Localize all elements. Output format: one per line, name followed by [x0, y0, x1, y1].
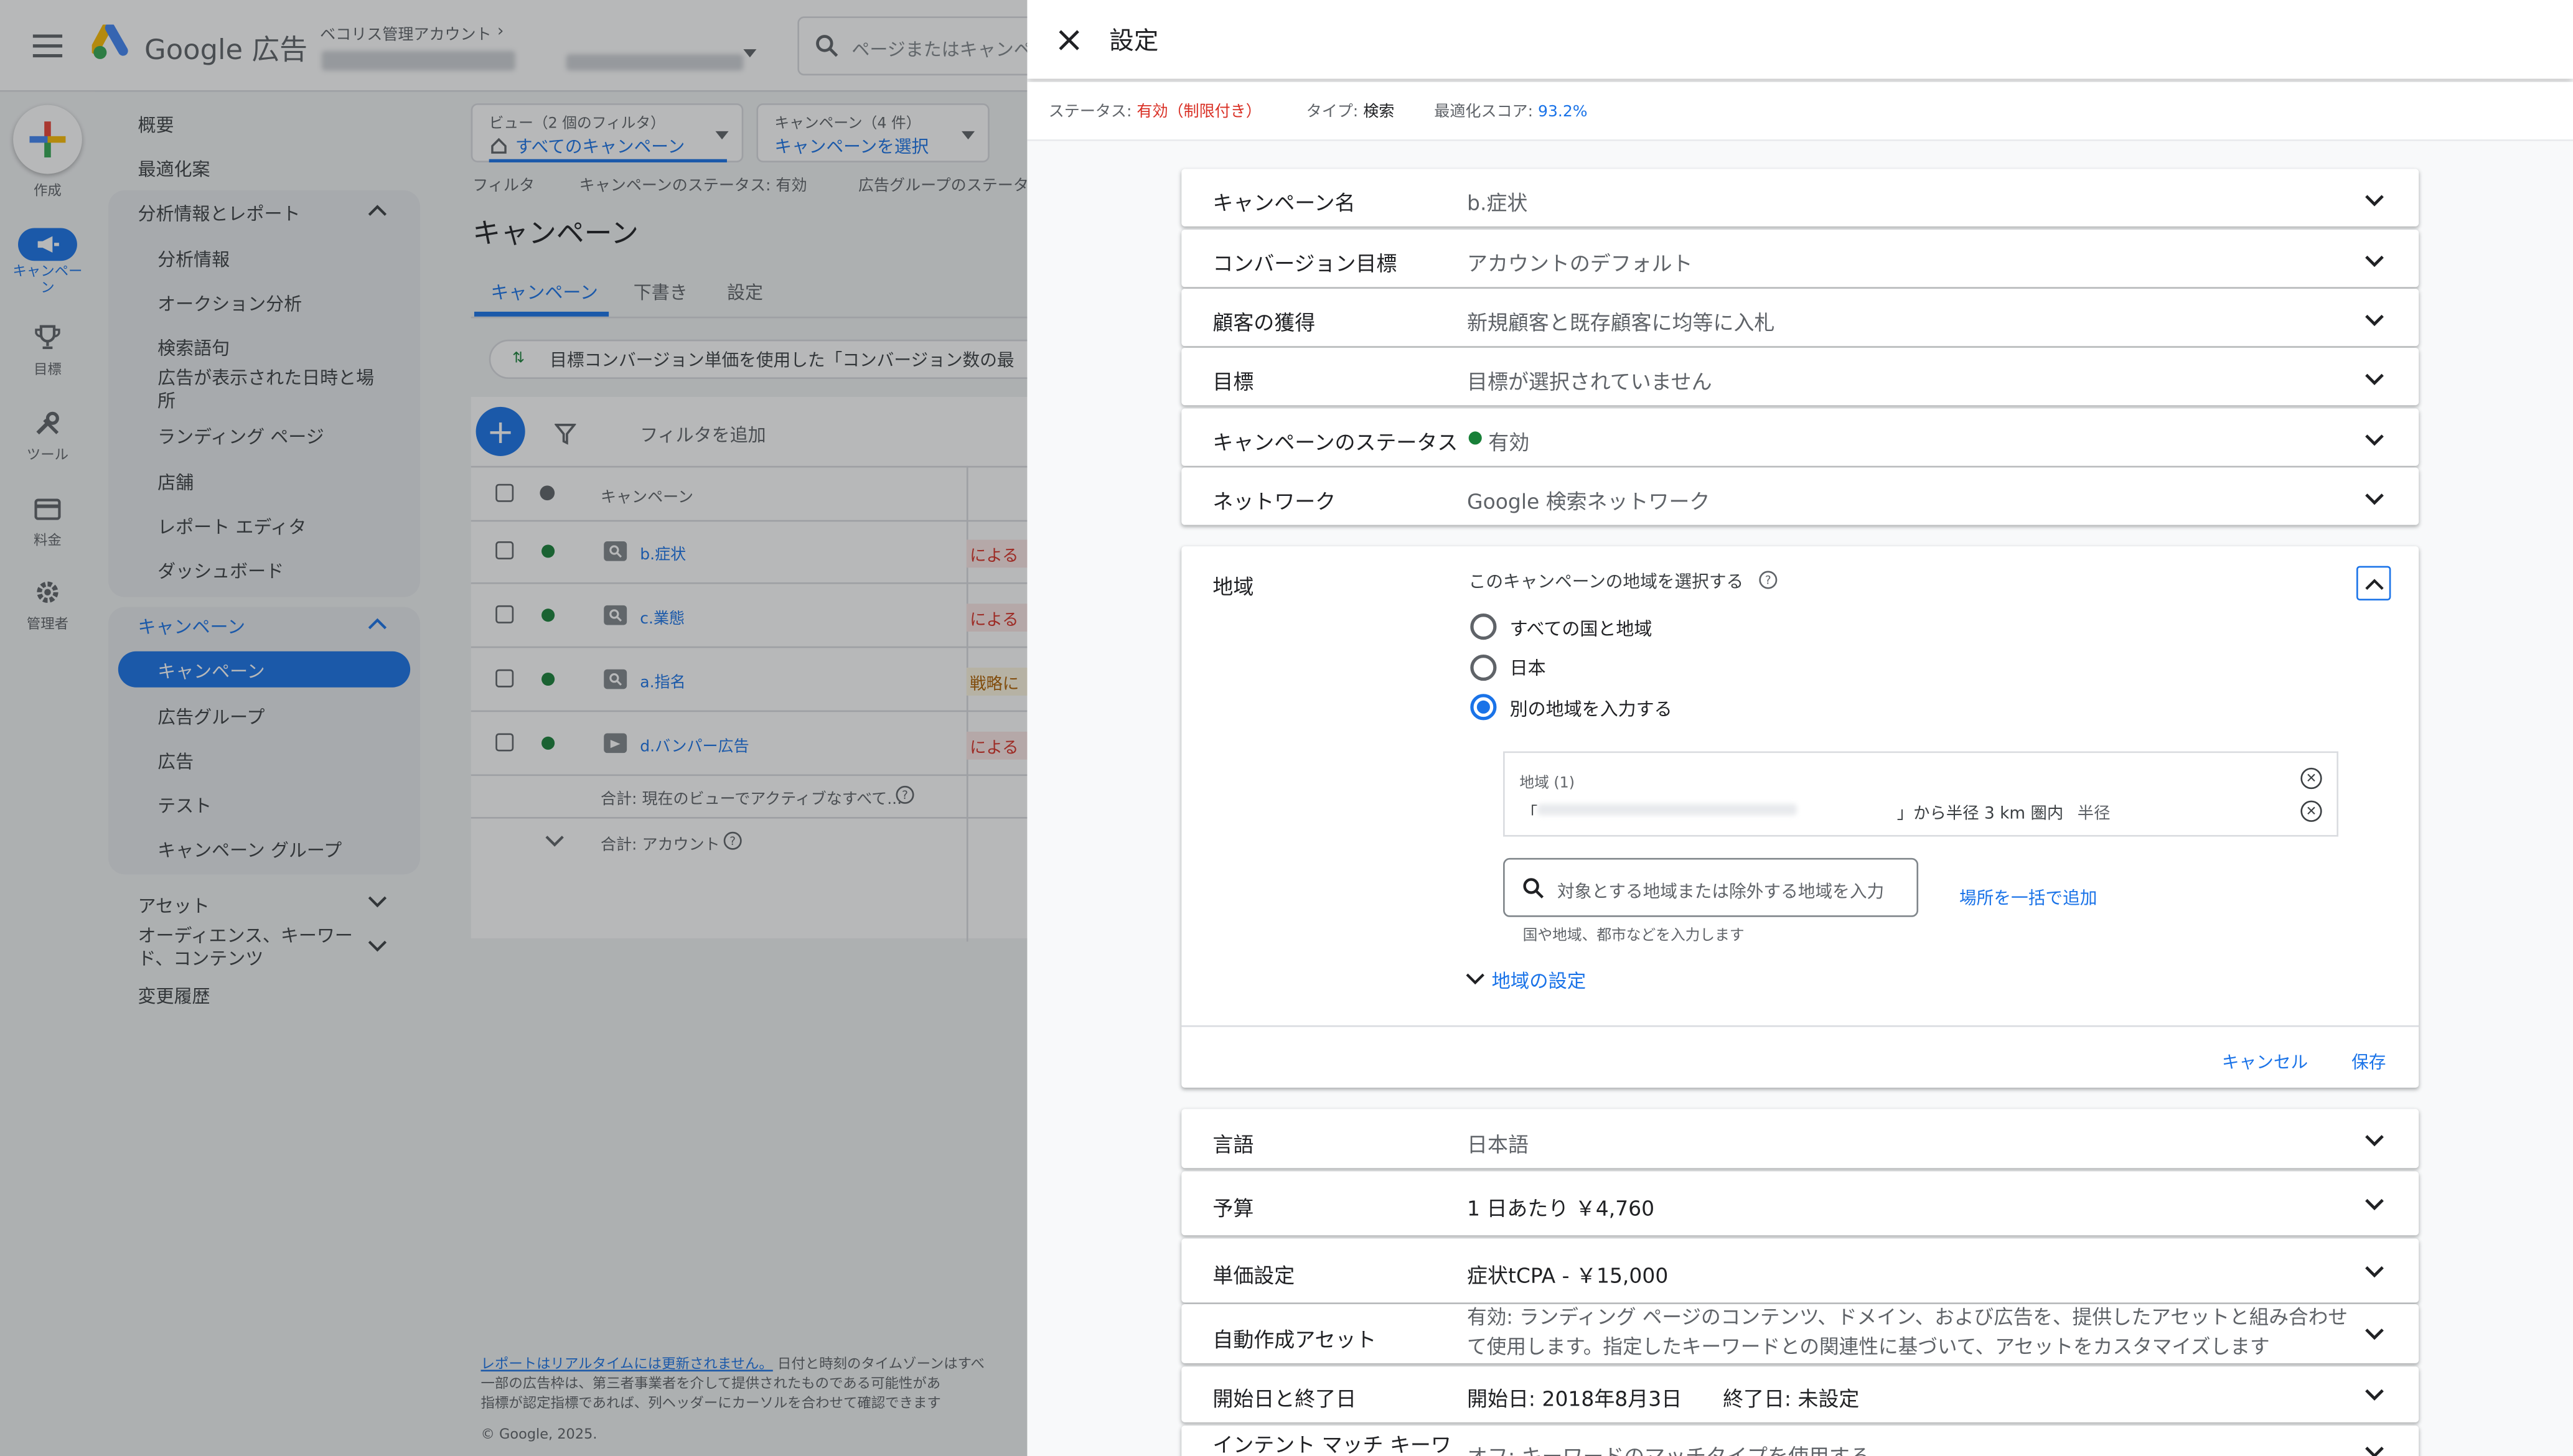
- status-dot: [1468, 431, 1482, 445]
- location-entry-suffix: 」から半径 3 km 圏内: [1896, 805, 2064, 824]
- search-icon: [1521, 876, 1546, 901]
- panel-header: [1027, 0, 2573, 79]
- locations-question: このキャンペーンの地域を選択する: [1468, 572, 1744, 592]
- score-label: 最適化スコア:: [1434, 103, 1539, 122]
- close-icon[interactable]: [1054, 25, 1083, 54]
- status-label: ステータス:: [1048, 103, 1137, 122]
- setting-label: 単価設定: [1212, 1263, 1295, 1288]
- setting-label: インテント マッチ キーワ: [1212, 1432, 1451, 1456]
- chevron-down-icon[interactable]: [2363, 1129, 2386, 1152]
- setting-label: 予算: [1212, 1196, 1254, 1221]
- chevron-down-icon[interactable]: [2363, 1322, 2386, 1345]
- type-label: タイプ:: [1306, 103, 1364, 122]
- chevron-down-icon[interactable]: [2363, 250, 2386, 273]
- type-value: 検索: [1363, 103, 1395, 122]
- radio-label: 日本: [1509, 658, 1546, 679]
- chevron-down-icon[interactable]: [2363, 309, 2386, 332]
- location-options-link[interactable]: 地域の設定: [1492, 968, 1586, 994]
- setting-row-budget[interactable]: 予算 1 日あたり ￥4,760: [1181, 1171, 2419, 1236]
- setting-label: キャンペーンのステータス: [1212, 429, 1458, 455]
- campaign-status: ステータス: 有効（制限付き）: [1049, 98, 1262, 121]
- setting-value: アカウントのデフォルト: [1467, 251, 1693, 276]
- setting-label: 目標: [1212, 369, 1254, 394]
- setting-value: 有効: [1488, 429, 1530, 455]
- chevron-down-icon[interactable]: [2363, 1383, 2386, 1406]
- optimization-score: 最適化スコア: 93.2%: [1434, 98, 1587, 121]
- radio-all-countries[interactable]: [1470, 614, 1497, 640]
- save-button[interactable]: 保存: [2351, 1050, 2386, 1075]
- setting-value: 日本語: [1467, 1132, 1529, 1157]
- modal-scrim[interactable]: [0, 0, 1028, 1456]
- location-search-placeholder: 対象とする地域または除外する地域を入力: [1557, 882, 1885, 903]
- location-entry-type: 半径: [2077, 805, 2111, 824]
- setting-label: コンバージョン目標: [1212, 251, 1397, 276]
- setting-row-bidding[interactable]: 単価設定 症状tCPA - ￥15,000: [1181, 1238, 2419, 1303]
- radio-label: 別の地域を入力する: [1509, 699, 1672, 721]
- setting-row-languages[interactable]: 言語 日本語: [1181, 1109, 2419, 1169]
- setting-value: 症状tCPA - ￥15,000: [1467, 1263, 1669, 1288]
- setting-value: 新規顧客と既存顧客に均等に入札: [1467, 310, 1775, 335]
- radio-japan[interactable]: [1470, 654, 1497, 681]
- cancel-button[interactable]: キャンセル: [2222, 1050, 2308, 1075]
- chevron-down-icon[interactable]: [2363, 487, 2386, 510]
- help-icon[interactable]: ?: [1759, 571, 1778, 589]
- setting-value: b.症状: [1467, 190, 1528, 215]
- setting-value: 有効: ランディング ページのコンテンツ、ドメイン、および広告を、提供したアセッ…: [1467, 1305, 2348, 1358]
- remove-all-icon[interactable]: ✕: [2300, 767, 2322, 790]
- setting-label: 言語: [1212, 1132, 1254, 1157]
- radio-label: すべての国と地域: [1509, 618, 1652, 640]
- collapse-button[interactable]: [2356, 566, 2391, 600]
- locations-label: 地域: [1212, 574, 1254, 599]
- card-divider: [1181, 1025, 2419, 1027]
- setting-row-campaign-status[interactable]: キャンペーンのステータス 有効: [1181, 408, 2419, 466]
- setting-value: オフ: キーワードのマッチタイプを使用する: [1467, 1444, 1870, 1456]
- chevron-down-icon[interactable]: [2363, 189, 2386, 212]
- setting-label: 顧客の獲得: [1212, 310, 1316, 335]
- setting-label: 開始日と終了日: [1212, 1386, 1357, 1411]
- targeted-locations-title: 地域 (1): [1519, 776, 1575, 793]
- chevron-down-icon[interactable]: [2363, 1260, 2386, 1283]
- setting-row-customer-acquisition[interactable]: 顧客の獲得 新規顧客と既存顧客に均等に入札: [1181, 289, 2419, 347]
- location-name-redacted: [1537, 803, 1797, 816]
- setting-label: キャンペーン名: [1212, 190, 1356, 215]
- setting-row-automatically-created-assets[interactable]: 自動作成アセット 有効: ランディング ページのコンテンツ、ドメイン、および広告…: [1181, 1304, 2419, 1363]
- chevron-down-icon[interactable]: [1465, 973, 1485, 986]
- setting-value: Google 検索ネットワーク: [1467, 488, 1710, 514]
- setting-row-goals[interactable]: 目標 目標が選択されていません: [1181, 347, 2419, 406]
- setting-row-campaign-name[interactable]: キャンペーン名 b.症状: [1181, 169, 2419, 226]
- chevron-down-icon[interactable]: [2363, 428, 2386, 451]
- setting-value: 開始日: 2018年8月3日 終了日: 未設定: [1467, 1386, 1860, 1411]
- setting-row-networks[interactable]: ネットワーク Google 検索ネットワーク: [1181, 467, 2419, 525]
- setting-row-conversion-goals[interactable]: コンバージョン目標 アカウントのデフォルト: [1181, 230, 2419, 287]
- setting-label: ネットワーク: [1212, 488, 1336, 514]
- chevron-up-icon: [2364, 578, 2383, 589]
- setting-value: 1 日あたり ￥4,760: [1467, 1196, 1655, 1221]
- bulk-add-link[interactable]: 場所を一括で追加: [1959, 886, 2097, 911]
- chevron-down-icon[interactable]: [2363, 1193, 2386, 1216]
- status-value[interactable]: 有効（制限付き）: [1137, 103, 1261, 121]
- location-search-input[interactable]: 対象とする地域または除外する地域を入力: [1503, 857, 1919, 917]
- score-value[interactable]: 93.2%: [1538, 103, 1588, 121]
- panel-title: 設定: [1109, 26, 1159, 56]
- radio-other-location[interactable]: [1470, 694, 1497, 721]
- targeted-locations-box: [1503, 751, 2339, 837]
- setting-label: 自動作成アセット: [1212, 1327, 1377, 1352]
- setting-value: 目標が選択されていません: [1467, 369, 1712, 394]
- chevron-down-icon[interactable]: [2363, 1440, 2386, 1456]
- location-hint: 国や地域、都市などを入力します: [1522, 928, 1745, 945]
- setting-row-start-end-dates[interactable]: 開始日と終了日 開始日: 2018年8月3日 終了日: 未設定: [1181, 1366, 2419, 1422]
- campaign-type: タイプ: 検索: [1306, 98, 1395, 121]
- setting-row-ai-max[interactable]: インテント マッチ キーワ オフ: キーワードのマッチタイプを使用する: [1181, 1426, 2419, 1456]
- location-entry-prefix: 「: [1521, 805, 1538, 824]
- remove-location-icon[interactable]: ✕: [2300, 800, 2322, 822]
- chevron-down-icon[interactable]: [2363, 368, 2386, 391]
